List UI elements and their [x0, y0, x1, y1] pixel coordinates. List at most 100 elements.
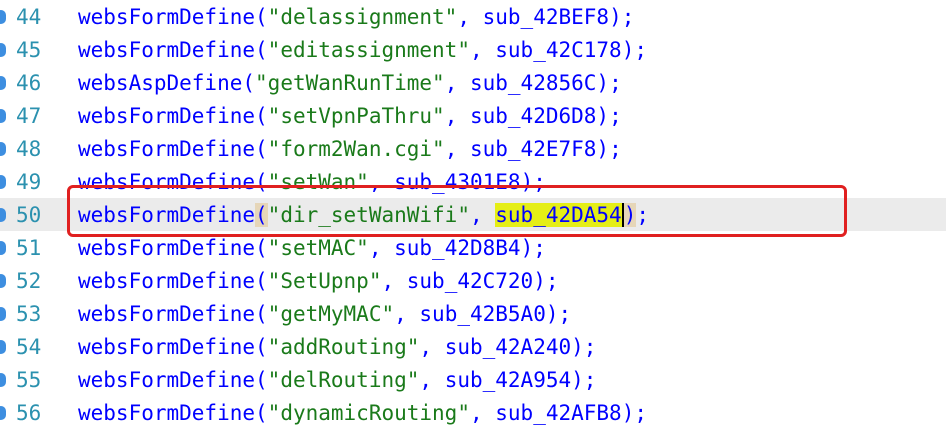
breakpoint-marker-icon[interactable]: [0, 208, 6, 222]
open-paren: (: [255, 137, 268, 161]
line-number: 53: [16, 302, 42, 326]
function-name: websFormDefine: [78, 302, 256, 326]
code-editor[interactable]: 44 websFormDefine("delassignment", sub_42…: [0, 0, 946, 425]
code-line[interactable]: 52 websFormDefine("SetUpnp", sub_42C720);: [0, 264, 946, 297]
separator: ,: [444, 137, 470, 161]
function-name: websFormDefine: [78, 335, 256, 359]
code-line[interactable]: 45 websFormDefine("editassignment", sub_4…: [0, 33, 946, 66]
string-argument: "dynamicRouting": [267, 401, 470, 425]
string-argument: "delassignment": [267, 5, 458, 29]
close-paren: );: [596, 71, 622, 95]
close-paren: );: [621, 401, 647, 425]
handler-name: sub_42E7F8: [469, 137, 597, 161]
separator: ,: [469, 203, 496, 227]
breakpoint-marker-icon[interactable]: [0, 175, 6, 189]
code-line[interactable]: 44 websFormDefine("delassignment", sub_42…: [0, 0, 946, 33]
line-number: 47: [16, 104, 42, 128]
handler-name: sub_42D8B4: [394, 236, 521, 260]
close-paren: );: [596, 137, 622, 161]
string-argument: "setVpnPaThru": [267, 104, 445, 128]
open-paren: (: [242, 71, 256, 95]
code-text: websFormDefine("setMAC", sub_42D8B4);: [78, 233, 546, 263]
close-paren: );: [571, 335, 597, 359]
code-line[interactable]: 55 websFormDefine("delRouting", sub_42A95…: [0, 363, 946, 396]
function-name: websFormDefine: [78, 5, 256, 29]
close-paren: );: [571, 368, 597, 392]
breakpoint-marker-icon[interactable]: [0, 274, 6, 288]
function-name: websFormDefine: [78, 269, 256, 293]
function-name: websFormDefine: [78, 401, 256, 425]
breakpoint-marker-icon[interactable]: [0, 43, 6, 57]
breakpoint-marker-icon[interactable]: [0, 10, 6, 24]
separator: ,: [419, 335, 445, 359]
breakpoint-marker-icon[interactable]: [0, 406, 6, 420]
breakpoint-marker-icon[interactable]: [0, 340, 6, 354]
separator: ,: [469, 401, 496, 425]
separator: ,: [419, 368, 445, 392]
handler-name: sub_42D6D8: [469, 104, 597, 128]
code-line[interactable]: 46 websAspDefine("getWanRunTime", sub_428…: [0, 66, 946, 99]
string-argument: "delRouting": [267, 368, 420, 392]
handler-name: sub_42A954: [444, 368, 572, 392]
code-line[interactable]: 49 websFormDefine("setWan", sub_4301E8);: [0, 165, 946, 198]
line-number: 54: [16, 335, 42, 359]
handler-name: sub_42C720: [406, 269, 534, 293]
string-argument: "SetUpnp": [267, 269, 382, 293]
open-paren: (: [255, 302, 268, 326]
separator: ,: [444, 104, 470, 128]
handler-name: sub_4301E8: [394, 170, 521, 194]
code-line[interactable]: 47 websFormDefine("setVpnPaThru", sub_42D…: [0, 99, 946, 132]
function-name: websFormDefine: [78, 38, 256, 62]
code-line[interactable]: 54 websFormDefine("addRouting", sub_42A24…: [0, 330, 946, 363]
function-name: websFormDefine: [78, 170, 256, 194]
current-code-line[interactable]: 50 websFormDefine("dir_setWanWifi", sub_4…: [0, 198, 946, 231]
code-text: websFormDefine("editassignment", sub_42C…: [78, 35, 647, 65]
breakpoint-marker-icon[interactable]: [0, 109, 6, 123]
code-text: websFormDefine("setWan", sub_4301E8);: [78, 167, 546, 197]
breakpoint-marker-icon[interactable]: [0, 76, 6, 90]
close-paren: );: [621, 38, 647, 62]
code-text: websFormDefine("setVpnPaThru", sub_42D6D…: [78, 101, 622, 131]
semicolon: ;: [636, 203, 650, 227]
breakpoint-marker-icon[interactable]: [0, 241, 6, 255]
function-name: websFormDefine: [78, 137, 256, 161]
handler-name: sub_42B5A0: [419, 302, 546, 326]
handler-name: sub_42AFB8: [495, 401, 622, 425]
open-paren: (: [255, 368, 268, 392]
string-argument: "setWan": [267, 170, 369, 194]
line-number: 45: [16, 38, 42, 62]
string-argument: "addRouting": [267, 335, 420, 359]
code-line[interactable]: 56 websFormDefine("dynamicRouting", sub_4…: [0, 396, 946, 429]
string-argument: "setMAC": [267, 236, 369, 260]
handler-name: sub_42A240: [444, 335, 572, 359]
code-text: websFormDefine("getMyMAC", sub_42B5A0);: [78, 299, 571, 329]
handler-name: sub_42C178: [495, 38, 622, 62]
open-paren: (: [255, 5, 268, 29]
code-line[interactable]: 51 websFormDefine("setMAC", sub_42D8B4);: [0, 231, 946, 264]
code-line[interactable]: 48 websFormDefine("form2Wan.cgi", sub_42E…: [0, 132, 946, 165]
open-paren: (: [255, 38, 268, 62]
code-text: websFormDefine("dir_setWanWifi", sub_42D…: [78, 200, 649, 230]
separator: ,: [368, 170, 395, 194]
close-paren: );: [596, 104, 622, 128]
matching-close-paren: ): [623, 203, 637, 227]
breakpoint-marker-icon[interactable]: [0, 373, 6, 387]
open-paren: (: [255, 203, 268, 227]
close-paren: );: [609, 5, 635, 29]
separator: ,: [469, 38, 496, 62]
breakpoint-marker-icon[interactable]: [0, 307, 6, 321]
open-paren: (: [255, 236, 268, 260]
line-number: 48: [16, 137, 42, 161]
breakpoint-marker-icon[interactable]: [0, 142, 6, 156]
code-line[interactable]: 53 websFormDefine("getMyMAC", sub_42B5A0)…: [0, 297, 946, 330]
function-name: websFormDefine: [78, 203, 256, 227]
separator: ,: [381, 269, 407, 293]
function-name: websFormDefine: [78, 236, 256, 260]
code-text: websFormDefine("delassignment", sub_42BE…: [78, 2, 634, 32]
string-argument: "dir_setWanWifi": [267, 203, 470, 227]
string-argument: "editassignment": [267, 38, 470, 62]
string-argument: "form2Wan.cgi": [267, 137, 445, 161]
line-number: 51: [16, 236, 42, 260]
line-number: 44: [16, 5, 42, 29]
separator: ,: [368, 236, 395, 260]
